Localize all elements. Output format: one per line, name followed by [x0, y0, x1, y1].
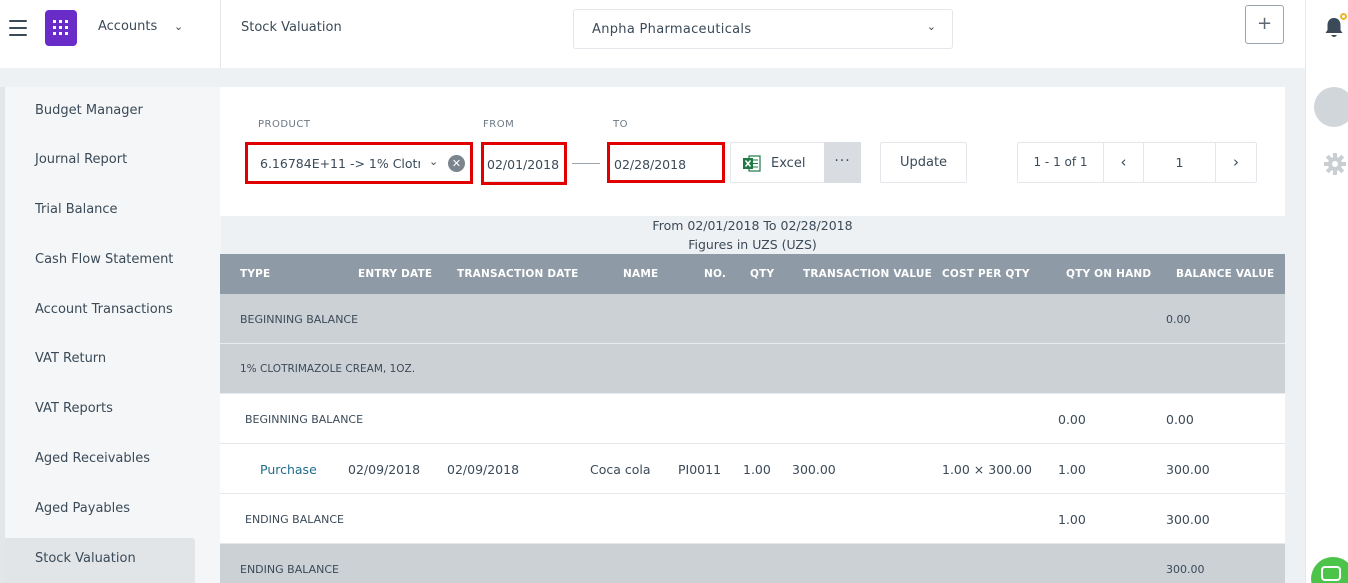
col-transaction-value: TRANSACTION VALUE: [803, 268, 932, 280]
row-name: Coca cola: [590, 462, 651, 477]
sidebar-item-journal-report[interactable]: Journal Report: [35, 152, 127, 167]
row-type: ENDING BALANCE: [240, 563, 339, 576]
col-cost-per-qty: COST PER QTY: [942, 268, 1030, 280]
sidebar-item-vat-return[interactable]: VAT Return: [35, 351, 106, 366]
company-select[interactable]: Anpha Pharmaceuticals ⌄: [573, 9, 953, 49]
row-entry-date: 02/09/2018: [348, 462, 421, 477]
product-select[interactable]: 6.16784E+11 -> 1% Clotrimazole Cream, 1o…: [246, 142, 471, 182]
gear-icon[interactable]: [1324, 153, 1346, 179]
table-header: TYPE ENTRY DATE TRANSACTION DATE NAME NO…: [220, 254, 1285, 294]
row-type: BEGINNING BALANCE: [240, 313, 359, 326]
page-title: Stock Valuation: [241, 20, 342, 35]
row-balance-value: 300.00: [1166, 512, 1210, 527]
col-transaction-date: TRANSACTION DATE: [457, 268, 579, 280]
from-date-value: 02/01/2018: [487, 157, 560, 172]
to-date-value: 02/28/2018: [614, 157, 687, 172]
excel-icon: [743, 155, 761, 176]
table-row: 1% CLOTRIMAZOLE CREAM, 1OZ.: [220, 344, 1285, 394]
product-value: 6.16784E+11 -> 1% Clotrimazole Cream, 1o…: [260, 156, 420, 171]
table-row: BEGINNING BALANCE 0.00: [220, 294, 1285, 344]
row-type: ENDING BALANCE: [245, 513, 344, 526]
row-balance-value: 0.00: [1166, 313, 1191, 326]
chevron-down-icon: ⌄: [926, 20, 936, 33]
row-qty: 1.00: [743, 462, 771, 477]
page-number-input[interactable]: 1: [1144, 143, 1216, 182]
sidebar: Budget Manager Journal Report Trial Bala…: [0, 87, 221, 583]
from-date-input[interactable]: 02/01/2018: [482, 144, 567, 182]
row-balance-value: 300.00: [1166, 563, 1205, 576]
chevron-right-icon[interactable]: ›: [1216, 143, 1256, 182]
more-options-button[interactable]: ···: [824, 142, 861, 183]
sidebar-item-trial-balance[interactable]: Trial Balance: [35, 202, 118, 217]
col-qty-on-hand: QTY ON HAND: [1066, 268, 1152, 280]
excel-export-button[interactable]: Excel ···: [730, 142, 861, 183]
row-qty-on-hand: 0.00: [1058, 412, 1086, 427]
sidebar-item-budget-manager[interactable]: Budget Manager: [35, 103, 143, 118]
right-rail: [1305, 68, 1348, 583]
table-row: BEGINNING BALANCE 0.00 0.00: [220, 394, 1285, 444]
product-group-title: 1% CLOTRIMAZOLE CREAM, 1OZ.: [240, 363, 416, 375]
company-name: Anpha Pharmaceuticals: [592, 22, 752, 37]
product-label: PRODUCT: [258, 119, 311, 130]
from-label: FROM: [483, 119, 515, 130]
bell-icon[interactable]: [1324, 17, 1344, 43]
sidebar-item-vat-reports[interactable]: VAT Reports: [35, 401, 113, 416]
chevron-down-icon[interactable]: ⌄: [429, 155, 438, 168]
row-type: BEGINNING BALANCE: [245, 413, 364, 426]
date-range-separator: [572, 163, 600, 164]
col-balance-value: BALANCE VALUE: [1176, 268, 1275, 280]
row-transaction-date: 02/09/2018: [447, 462, 520, 477]
row-no: PI0011: [678, 462, 722, 477]
apps-grid-icon[interactable]: [45, 10, 77, 46]
excel-label: Excel: [771, 156, 806, 171]
sidebar-item-cash-flow-statement[interactable]: Cash Flow Statement: [35, 252, 173, 267]
row-cost-per-qty: 1.00 × 300.00: [942, 462, 1032, 477]
filter-panel: PRODUCT FROM TO 6.16784E+11 -> 1% Clotri…: [220, 87, 1285, 216]
transaction-type-link[interactable]: Purchase: [260, 462, 317, 477]
chevron-down-icon[interactable]: ⌄: [174, 20, 183, 33]
report-date-range: From 02/01/2018 To 02/28/2018: [652, 218, 853, 233]
sidebar-item-account-transactions[interactable]: Account Transactions: [35, 302, 173, 317]
row-balance-value: 0.00: [1166, 412, 1194, 427]
sidebar-item-aged-payables[interactable]: Aged Payables: [35, 501, 130, 516]
chat-icon[interactable]: [1311, 557, 1348, 583]
table-row: Purchase 02/09/2018 02/09/2018 Coca cola…: [220, 444, 1285, 494]
col-type: TYPE: [240, 268, 271, 280]
to-label: TO: [613, 119, 628, 130]
col-no: NO.: [704, 268, 727, 280]
report-currency: Figures in UZS (UZS): [688, 237, 817, 252]
col-name: NAME: [623, 268, 659, 280]
hamburger-icon[interactable]: [9, 20, 27, 36]
row-balance-value: 300.00: [1166, 462, 1210, 477]
table-row: ENDING BALANCE 1.00 300.00: [220, 494, 1285, 544]
row-qty-on-hand: 1.00: [1058, 512, 1086, 527]
col-entry-date: ENTRY DATE: [358, 268, 433, 280]
sidebar-item-stock-valuation[interactable]: Stock Valuation: [35, 551, 136, 566]
app-header: [0, 0, 221, 68]
add-button[interactable]: +: [1245, 5, 1284, 44]
col-qty: QTY: [750, 268, 775, 280]
row-transaction-value: 300.00: [792, 462, 836, 477]
table-row: ENDING BALANCE 300.00: [220, 544, 1285, 583]
row-qty-on-hand: 1.00: [1058, 462, 1086, 477]
chevron-left-icon[interactable]: ‹: [1104, 143, 1144, 182]
clear-icon[interactable]: ✕: [448, 155, 465, 172]
app-switcher[interactable]: Accounts: [98, 19, 157, 34]
notification-dot: [1340, 13, 1347, 20]
update-button[interactable]: Update: [880, 142, 967, 183]
sidebar-item-aged-receivables[interactable]: Aged Receivables: [35, 451, 150, 466]
to-date-input[interactable]: 02/28/2018: [609, 144, 724, 182]
pagination: 1 - 1 of 1 ‹ 1 ›: [1017, 142, 1257, 183]
avatar[interactable]: [1314, 87, 1348, 127]
pagination-count: 1 - 1 of 1: [1018, 143, 1104, 182]
